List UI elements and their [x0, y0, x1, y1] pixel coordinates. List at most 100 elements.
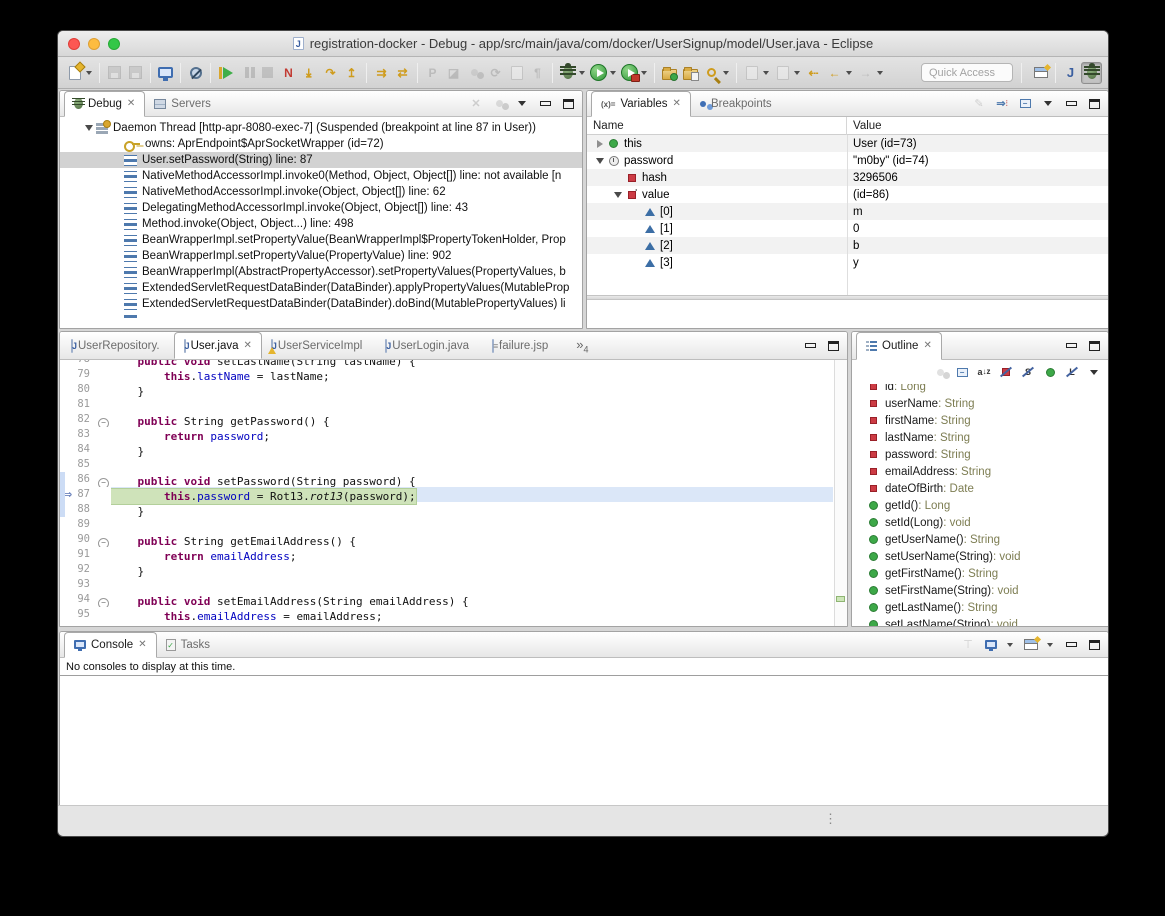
close-icon[interactable]: ✕ [244, 340, 252, 351]
close-icon[interactable]: ✕ [923, 340, 931, 351]
hide-local-types-button[interactable]: L [1064, 364, 1080, 380]
line-number[interactable]: 84 [60, 442, 96, 457]
code-line[interactable]: 92 } [60, 562, 847, 577]
debug-view-menu[interactable] [514, 96, 530, 112]
column-name[interactable]: Name [587, 117, 847, 135]
tab-variables[interactable]: Variables ✕ [591, 91, 691, 117]
fold-marker[interactable] [96, 592, 111, 607]
open-resource-button[interactable] [680, 62, 701, 84]
fold-marker[interactable] [96, 502, 111, 517]
variable-row[interactable]: [3] y [587, 254, 1108, 271]
stack-frame-row[interactable]: BeanWrapperImpl(AbstractPropertyAccessor… [60, 264, 582, 280]
fold-marker[interactable] [96, 427, 111, 442]
outline-item[interactable]: userName : String [852, 395, 1108, 412]
outline-item[interactable]: emailAddress : String [852, 463, 1108, 480]
show-paragraphs-button[interactable]: ¶ [527, 62, 548, 84]
stack-frame-row[interactable]: DelegatingMethodAccessorImpl.invoke(Obje… [60, 200, 582, 216]
stack-frame-row[interactable]: Method.invoke(Object, Object...) line: 4… [60, 216, 582, 232]
outline-item[interactable]: getFirstName() : String [852, 565, 1108, 582]
outline-item[interactable]: getLastName() : String [852, 599, 1108, 616]
variable-row[interactable]: [2] b [587, 237, 1108, 254]
fold-marker[interactable] [96, 472, 111, 487]
code-line[interactable]: 82 public String getPassword() { [60, 412, 847, 427]
hide-static-button[interactable]: S [1020, 364, 1036, 380]
line-number[interactable]: 78 [60, 360, 96, 367]
close-window-button[interactable] [68, 38, 80, 50]
stack-frame-row[interactable]: Daemon Thread [http-apr-8080-exec-7] (Su… [60, 120, 582, 136]
new-annotation-dropdown[interactable] [794, 71, 800, 75]
skip-all-breakpoints-button[interactable] [185, 62, 206, 84]
variables-view-menu[interactable] [1040, 96, 1056, 112]
back-dropdown[interactable] [846, 71, 852, 75]
close-icon[interactable]: ✕ [127, 98, 135, 109]
disconnect-button[interactable]: N [278, 62, 299, 84]
outline-minimize-button[interactable] [1063, 338, 1079, 354]
new-java-element-dropdown[interactable] [763, 71, 769, 75]
code-line[interactable]: 86 public void setPassword(String passwo… [60, 472, 847, 487]
outline-view-menu[interactable] [1086, 364, 1102, 380]
step-return-button[interactable]: ↥ [341, 62, 362, 84]
tab-breakpoints[interactable]: Breakpoints [691, 91, 781, 117]
fold-marker[interactable] [96, 457, 111, 472]
code-line[interactable]: 81 [60, 397, 847, 412]
outline-item[interactable]: firstName : String [852, 412, 1108, 429]
line-number[interactable]: 89 [60, 517, 96, 532]
run-button[interactable] [588, 62, 609, 84]
fold-marker[interactable] [96, 360, 111, 367]
line-number[interactable]: 86 [60, 472, 96, 487]
forward-dropdown[interactable] [877, 71, 883, 75]
new-wizard-button[interactable] [64, 62, 85, 84]
code-line[interactable]: 85 [60, 457, 847, 472]
display-console-button[interactable] [983, 637, 999, 653]
run-dropdown[interactable] [610, 71, 616, 75]
debug-filter-button[interactable] [491, 96, 507, 112]
debug-perspective-button[interactable] [1081, 62, 1102, 84]
fold-marker[interactable] [96, 442, 111, 457]
stack-frame-row[interactable]: ExtendedServletRequestDataBinder(DataBin… [60, 296, 582, 312]
line-number[interactable]: 80 [60, 382, 96, 397]
collapse-all-button[interactable] [1017, 96, 1033, 112]
line-number[interactable]: 82 [60, 412, 96, 427]
expander-icon[interactable] [82, 125, 96, 131]
focus-button[interactable] [932, 364, 948, 380]
variables-maximize-button[interactable] [1086, 96, 1102, 112]
variables-minimize-button[interactable] [1063, 96, 1079, 112]
outline-item[interactable]: getId() : Long [852, 497, 1108, 514]
java-perspective-button[interactable]: J [1060, 62, 1081, 84]
fold-marker[interactable] [96, 547, 111, 562]
terminate-button[interactable] [257, 62, 278, 84]
stack-frame-row[interactable] [60, 312, 582, 321]
code-line[interactable]: 87 this.password = Rot13.rot13(password)… [60, 487, 847, 502]
debug-maximize-button[interactable] [560, 96, 576, 112]
new-annotation-button[interactable] [772, 62, 793, 84]
use-step-filters-button[interactable]: ⇉ [371, 62, 392, 84]
open-console-dropdown[interactable] [1047, 643, 1053, 647]
code-editor[interactable]: 78 public void setLastName(String lastNa… [60, 360, 847, 627]
code-line[interactable]: 94 public void setEmailAddress(String em… [60, 592, 847, 607]
debug-dropdown[interactable] [579, 71, 585, 75]
line-number[interactable]: 88 [60, 502, 96, 517]
outline-item[interactable]: dateOfBirth : Date [852, 480, 1108, 497]
expander-icon[interactable] [611, 192, 624, 198]
editor-tab[interactable]: failure.jsp [483, 332, 562, 359]
overview-ruler[interactable] [834, 360, 847, 627]
fold-marker[interactable] [96, 487, 111, 502]
save-button[interactable] [104, 62, 125, 84]
line-number[interactable]: 85 [60, 457, 96, 472]
open-console-button[interactable] [155, 62, 176, 84]
code-line[interactable]: 80 } [60, 382, 847, 397]
collapse-all-button[interactable] [954, 364, 970, 380]
close-icon[interactable]: ✕ [138, 639, 146, 650]
code-line[interactable]: 95 this.emailAddress = emailAddress; [60, 607, 847, 622]
line-number[interactable]: 79 [60, 367, 96, 382]
outline-item[interactable]: setUserName(String) : void [852, 548, 1108, 565]
code-line[interactable]: 84 } [60, 442, 847, 457]
detail-pane[interactable] [587, 300, 1108, 329]
variable-row[interactable]: hash 3296506 [587, 169, 1108, 186]
code-line[interactable]: 83 return password; [60, 427, 847, 442]
new-wizard-dropdown[interactable] [86, 71, 92, 75]
tab-servers[interactable]: Servers [145, 91, 220, 117]
occurrence-marker[interactable] [836, 596, 845, 602]
open-console-button[interactable] [1023, 637, 1039, 653]
outline-item[interactable]: lastName : String [852, 429, 1108, 446]
